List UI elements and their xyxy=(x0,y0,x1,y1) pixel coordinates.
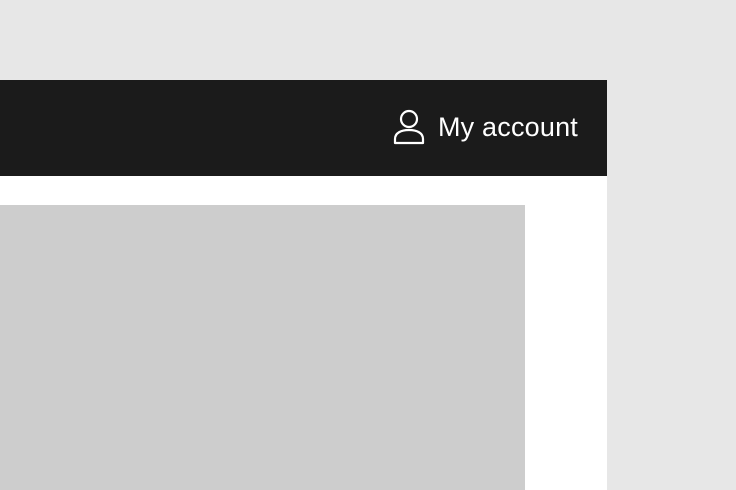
header-bar: My account xyxy=(0,80,607,176)
user-icon xyxy=(392,109,426,145)
site-frame: My account xyxy=(0,80,607,490)
content-placeholder xyxy=(0,205,525,490)
page-background: My account xyxy=(0,0,736,490)
my-account-label: My account xyxy=(437,111,578,142)
my-account-link[interactable]: My account xyxy=(392,108,578,146)
